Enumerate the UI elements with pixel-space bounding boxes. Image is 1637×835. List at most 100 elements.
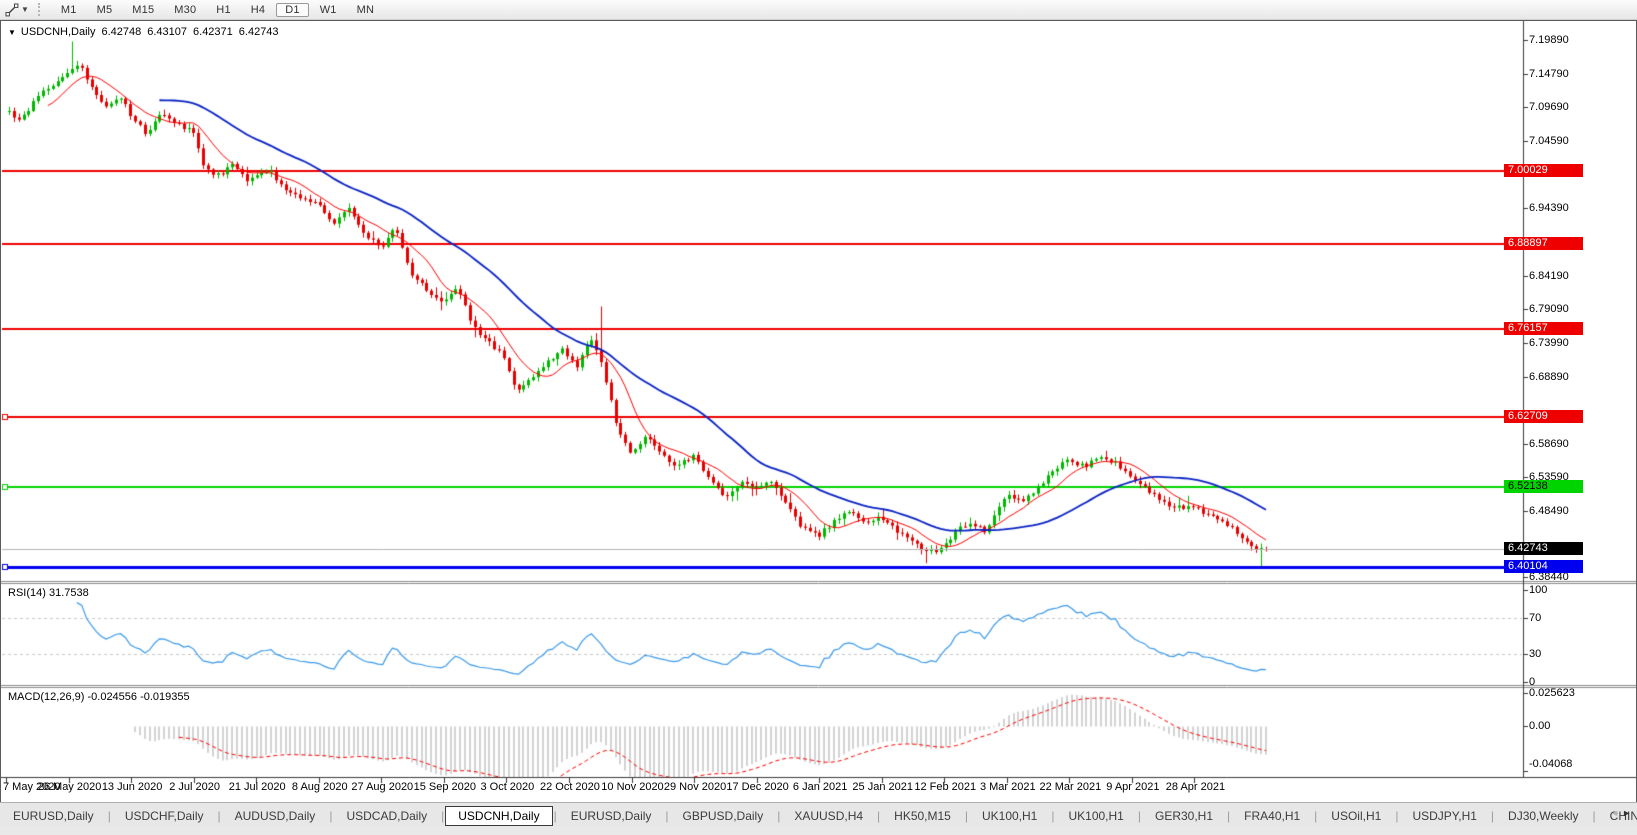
macd-indicator-values: -0.024556 -0.019355 xyxy=(87,691,189,703)
timeframe-button-m5[interactable]: M5 xyxy=(88,3,122,17)
rsi-axis-tick: 100 xyxy=(1529,584,1547,597)
macd-axis-tick: 0.00 xyxy=(1529,720,1550,733)
date-axis-label: 25 Jan 2021 xyxy=(848,781,918,794)
chart-canvas[interactable] xyxy=(1,21,1636,802)
bar-high-value: 6.43107 xyxy=(147,26,187,38)
symbol-dropdown-icon[interactable]: ▼ xyxy=(8,28,16,37)
tab-gbpusd-daily[interactable]: GBPUSD,Daily xyxy=(670,806,777,826)
date-axis-label: 3 Oct 2020 xyxy=(472,781,542,794)
tab-divider: | xyxy=(329,809,332,823)
price-axis-tick: 6.58690 xyxy=(1529,438,1569,451)
tab-usdchf-daily[interactable]: USDCHF,Daily xyxy=(112,806,217,826)
macd-indicator-label: MACD(12,26,9) xyxy=(8,691,84,703)
date-axis-label: 29 Nov 2020 xyxy=(660,781,730,794)
date-axis-label: 15 Sep 2020 xyxy=(410,781,480,794)
date-axis-label: 9 Apr 2021 xyxy=(1098,781,1168,794)
tab-hk50-m15[interactable]: HK50,M15 xyxy=(881,806,964,826)
tab-audusd-daily[interactable]: AUDUSD,Daily xyxy=(222,806,329,826)
level-price-tag: 7.00029 xyxy=(1504,164,1583,177)
timeframe-button-m15[interactable]: M15 xyxy=(123,3,163,17)
timeframe-button-w1[interactable]: W1 xyxy=(311,3,346,17)
tab-uk100-h1[interactable]: UK100,H1 xyxy=(969,806,1050,826)
level-price-tag: 6.76157 xyxy=(1504,322,1583,335)
chart-tab-bar: EURUSD,Daily|USDCHF,Daily|AUDUSD,Daily|U… xyxy=(0,802,1637,828)
tab-divider: | xyxy=(965,809,968,823)
bar-low-value: 6.42371 xyxy=(193,26,233,38)
tab-divider: | xyxy=(1593,809,1596,823)
timeframe-buttons: M1M5M15M30H1H4D1W1MN xyxy=(51,3,384,17)
tab-dj30-weekly[interactable]: DJ30,Weekly xyxy=(1495,806,1591,826)
tab-divider: | xyxy=(1395,809,1398,823)
level-price-tag: 6.88897 xyxy=(1504,237,1583,250)
price-axis-tick: 7.14790 xyxy=(1529,68,1569,81)
trendline-tool-icon[interactable] xyxy=(3,2,21,17)
current-price-tag: 6.42743 xyxy=(1504,542,1583,555)
price-axis-tick: 7.19890 xyxy=(1529,34,1569,47)
tab-eurusd-daily[interactable]: EURUSD,Daily xyxy=(0,806,107,826)
tab-usoil-h1[interactable]: USOil,H1 xyxy=(1318,806,1394,826)
bar-close-value: 6.42743 xyxy=(239,26,279,38)
level-price-tag: 6.40104 xyxy=(1504,560,1583,573)
tab-divider: | xyxy=(441,809,444,823)
tab-divider: | xyxy=(218,809,221,823)
timeframe-button-d1[interactable]: D1 xyxy=(276,3,308,17)
tab-ger30-h1[interactable]: GER30,H1 xyxy=(1142,806,1226,826)
date-axis-label: 27 Aug 2020 xyxy=(347,781,417,794)
date-axis-label: 22 Mar 2021 xyxy=(1035,781,1105,794)
tab-divider: | xyxy=(665,809,668,823)
timeframe-button-m1[interactable]: M1 xyxy=(52,3,86,17)
price-axis-tick: 7.04590 xyxy=(1529,135,1569,148)
tab-usdcnh-daily[interactable]: USDCNH,Daily xyxy=(445,806,552,826)
date-axis-label: 13 Jun 2020 xyxy=(97,781,167,794)
tab-divider: | xyxy=(777,809,780,823)
date-axis-label: 12 Feb 2021 xyxy=(910,781,980,794)
tab-divider: | xyxy=(877,809,880,823)
tab-xauusd-h4[interactable]: XAUUSD,H4 xyxy=(781,806,876,826)
rsi-indicator-value: 31.7538 xyxy=(49,587,89,599)
date-axis-label: 3 Mar 2021 xyxy=(973,781,1043,794)
tab-divider: | xyxy=(108,809,111,823)
price-axis-tick: 6.79090 xyxy=(1529,303,1569,316)
date-axis-label: 8 Aug 2020 xyxy=(285,781,355,794)
timeframe-button-h1[interactable]: H1 xyxy=(207,3,239,17)
toolbar-grip[interactable] xyxy=(38,3,45,16)
price-axis-tick: 6.68890 xyxy=(1529,371,1569,384)
tab-divider: | xyxy=(1051,809,1054,823)
tab-usdjpy-h1[interactable]: USDJPY,H1 xyxy=(1399,806,1489,826)
rsi-indicator-label: RSI(14) xyxy=(8,587,46,599)
tab-scroll-arrows: ◄► xyxy=(1610,808,1634,818)
tab-divider: | xyxy=(1314,809,1317,823)
level-price-tag: 6.62709 xyxy=(1504,410,1583,423)
symbol-period-label: USDCNH,Daily xyxy=(21,26,96,38)
tab-eurusd-daily[interactable]: EURUSD,Daily xyxy=(558,806,665,826)
chevron-down-icon[interactable]: ▼ xyxy=(21,5,29,14)
chart-title: ▼ USDCNH,Daily 6.42748 6.43107 6.42371 6.4274… xyxy=(8,26,279,38)
timeframe-button-h4[interactable]: H4 xyxy=(242,3,274,17)
trendline-glyph xyxy=(5,3,19,17)
bar-open-value: 6.42748 xyxy=(101,26,141,38)
timeframe-button-m30[interactable]: M30 xyxy=(165,3,205,17)
tab-usdcad-daily[interactable]: USDCAD,Daily xyxy=(333,806,440,826)
macd-axis-tick: -0.04068 xyxy=(1529,758,1572,771)
status-strip xyxy=(0,827,1637,835)
tab-divider: | xyxy=(554,809,557,823)
tab-scroll-left-icon[interactable]: ◄ xyxy=(1610,808,1622,818)
price-axis-tick: 6.94390 xyxy=(1529,202,1569,215)
date-axis-label: 2 Jul 2020 xyxy=(160,781,230,794)
tab-divider: | xyxy=(1227,809,1230,823)
timeframe-toolbar: ▼ M1M5M15M30H1H4D1W1MN xyxy=(0,0,1637,20)
price-axis-tick: 6.73990 xyxy=(1529,337,1569,350)
tab-fra40-h1[interactable]: FRA40,H1 xyxy=(1231,806,1313,826)
timeframe-button-mn[interactable]: MN xyxy=(348,3,384,17)
date-axis-label: 22 Oct 2020 xyxy=(535,781,605,794)
tab-scroll-right-icon[interactable]: ► xyxy=(1622,808,1634,818)
rsi-pane-title: RSI(14) 31.7538 xyxy=(8,587,89,599)
chart-window[interactable]: ▼ USDCNH,Daily 6.42748 6.43107 6.42371 6.4274… xyxy=(0,20,1637,803)
date-axis-label: 28 Apr 2021 xyxy=(1160,781,1230,794)
level-price-tag: 6.52138 xyxy=(1504,480,1583,493)
tab-divider: | xyxy=(1138,809,1141,823)
price-axis-tick: 6.84190 xyxy=(1529,270,1569,283)
trading-terminal: ▼ M1M5M15M30H1H4D1W1MN ▼ USDCNH,Daily 6.42… xyxy=(0,0,1637,835)
price-axis-tick: 6.48490 xyxy=(1529,505,1569,518)
tab-uk100-h1[interactable]: UK100,H1 xyxy=(1055,806,1136,826)
